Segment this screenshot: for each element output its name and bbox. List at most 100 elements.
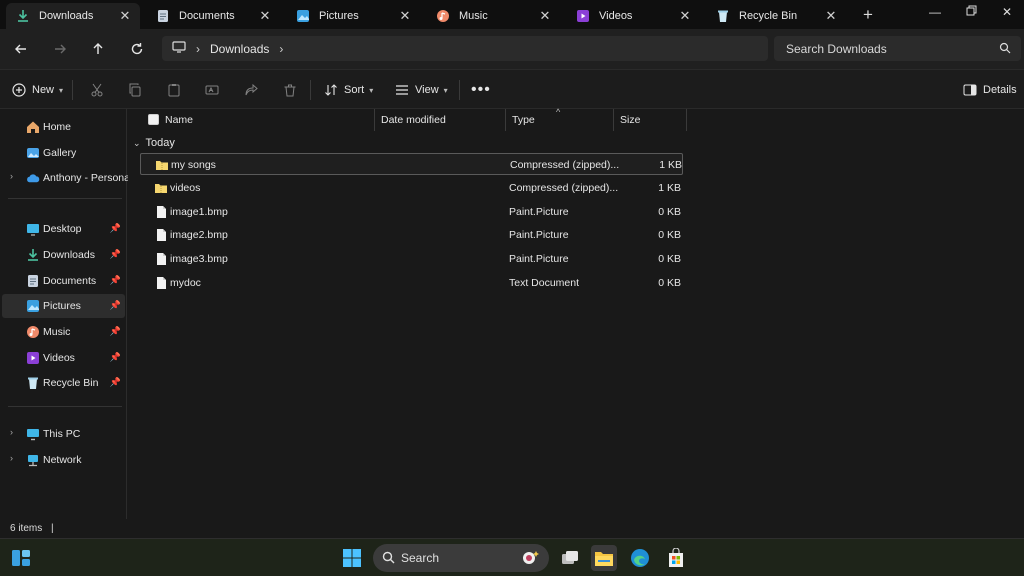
tab-videos[interactable]: Videos ✕ xyxy=(566,3,700,29)
new-tab-button[interactable]: + xyxy=(858,5,878,25)
up-button[interactable] xyxy=(87,38,109,60)
breadcrumb-downloads[interactable]: Downloads xyxy=(210,42,269,56)
delete-icon[interactable] xyxy=(281,81,299,99)
pin-icon[interactable]: 📌 xyxy=(110,352,121,363)
close-icon[interactable]: ✕ xyxy=(824,8,838,24)
file-name: videos xyxy=(170,182,201,194)
pin-icon[interactable]: 📌 xyxy=(110,249,121,260)
pin-icon[interactable]: 📌 xyxy=(110,377,121,388)
tab-recycle-bin[interactable]: Recycle Bin ✕ xyxy=(706,3,846,29)
sidebar-item-recycle-bin[interactable]: Recycle Bin 📌 xyxy=(2,371,125,395)
sidebar-item-pictures[interactable]: Pictures 📌 xyxy=(2,294,125,318)
close-icon[interactable]: ✕ xyxy=(678,8,692,24)
search-input[interactable]: Search Downloads xyxy=(774,36,1021,61)
tab-music[interactable]: Music ✕ xyxy=(426,3,560,29)
computer-icon xyxy=(172,41,186,56)
divider xyxy=(8,406,122,407)
sort-button[interactable]: Sort ▾ xyxy=(324,80,373,100)
widgets-icon[interactable] xyxy=(10,547,32,569)
details-button[interactable]: Details xyxy=(963,80,1017,100)
close-icon[interactable]: ✕ xyxy=(538,8,552,24)
tab-documents[interactable]: Documents ✕ xyxy=(146,3,280,29)
column-header-date-modified[interactable]: Date modified xyxy=(375,109,506,131)
sidebar-item-home[interactable]: Home xyxy=(2,115,125,139)
sidebar-item-downloads[interactable]: Downloads 📌 xyxy=(2,243,125,267)
chevron-right-icon[interactable]: › xyxy=(10,427,13,437)
chevron-right-icon[interactable]: › xyxy=(10,453,13,463)
tab-downloads[interactable]: Downloads ✕ xyxy=(6,3,140,29)
sidebar-item-documents[interactable]: Documents 📌 xyxy=(2,269,125,293)
table-row[interactable]: image2.bmp Paint.Picture 0 KB xyxy=(140,224,683,246)
more-options-icon[interactable]: ••• xyxy=(471,80,491,100)
table-row[interactable]: image3.bmp Paint.Picture 0 KB xyxy=(140,248,683,270)
close-icon[interactable]: ✕ xyxy=(258,8,272,24)
new-button[interactable]: New ▾ xyxy=(12,80,63,100)
chevron-right-icon[interactable]: › xyxy=(279,42,283,56)
refresh-button[interactable] xyxy=(126,38,148,60)
column-header-size[interactable]: Size xyxy=(614,109,687,131)
sidebar-item-network[interactable]: › Network xyxy=(2,448,125,472)
select-all-checkbox[interactable] xyxy=(148,114,159,125)
sort-indicator-icon: ^ xyxy=(556,107,561,117)
close-window-button[interactable]: ✕ xyxy=(994,2,1020,22)
start-button[interactable] xyxy=(339,545,365,571)
rename-icon[interactable] xyxy=(203,81,221,99)
table-row[interactable]: mydoc Text Document 0 KB xyxy=(140,272,683,294)
gallery-icon xyxy=(26,146,40,160)
file-name: my songs xyxy=(171,159,216,171)
file-type: Compressed (zipped)... xyxy=(510,159,620,171)
file-explorer-icon[interactable] xyxy=(591,545,617,571)
column-header-name[interactable]: Name xyxy=(128,109,375,131)
music-icon xyxy=(436,9,450,23)
view-icon xyxy=(395,84,409,96)
cut-icon[interactable] xyxy=(88,81,106,99)
sidebar-item-onedrive[interactable]: › Anthony - Personal xyxy=(2,166,132,190)
chevron-right-icon[interactable]: › xyxy=(196,42,200,56)
sidebar-item-label: Desktop xyxy=(43,223,82,235)
sidebar-item-gallery[interactable]: Gallery xyxy=(2,141,125,165)
sidebar-item-videos[interactable]: Videos 📌 xyxy=(2,346,125,370)
table-row[interactable]: my songs Compressed (zipped)... 1 KB xyxy=(140,153,683,175)
pin-icon[interactable]: 📌 xyxy=(110,300,121,311)
sidebar-item-this-pc[interactable]: › This PC xyxy=(2,422,125,446)
sidebar-item-label: Videos xyxy=(43,352,75,364)
close-icon[interactable]: ✕ xyxy=(398,8,412,24)
group-label: Today xyxy=(145,137,175,149)
back-button[interactable] xyxy=(10,38,32,60)
minimize-button[interactable]: — xyxy=(922,2,948,22)
navigation-pane: Home Gallery › Anthony - Personal Deskto… xyxy=(0,109,132,519)
taskbar-search[interactable]: Search xyxy=(373,544,549,572)
sidebar-item-desktop[interactable]: Desktop 📌 xyxy=(2,217,125,241)
copy-icon[interactable] xyxy=(126,81,144,99)
file-type: Text Document xyxy=(509,277,580,289)
pin-icon[interactable]: 📌 xyxy=(110,326,121,337)
edge-browser-icon[interactable] xyxy=(627,545,653,571)
document-icon xyxy=(156,9,170,23)
microsoft-store-icon[interactable] xyxy=(663,545,689,571)
paste-icon[interactable] xyxy=(165,81,183,99)
table-row[interactable]: videos Compressed (zipped)... 1 KB xyxy=(140,177,683,199)
table-row[interactable]: image1.bmp Paint.Picture 0 KB xyxy=(140,201,683,223)
pin-icon[interactable]: 📌 xyxy=(110,275,121,286)
chevron-down-icon[interactable]: ⌄ xyxy=(133,138,141,149)
pin-icon[interactable]: 📌 xyxy=(110,223,121,234)
chevron-right-icon[interactable]: › xyxy=(10,171,13,181)
zip-folder-icon xyxy=(155,158,169,172)
view-button[interactable]: View ▾ xyxy=(395,80,448,100)
address-bar[interactable]: › Downloads › xyxy=(162,36,768,61)
group-header-today[interactable]: ⌄ Today xyxy=(133,137,175,149)
chevron-down-icon: ▾ xyxy=(369,85,374,95)
forward-button[interactable] xyxy=(49,38,71,60)
file-icon xyxy=(154,228,168,242)
restore-button[interactable] xyxy=(958,2,984,22)
share-icon[interactable] xyxy=(242,81,260,99)
status-bar: 6 items | xyxy=(0,519,1024,538)
close-icon[interactable]: ✕ xyxy=(118,8,132,24)
sidebar-item-music[interactable]: Music 📌 xyxy=(2,320,125,344)
sort-icon xyxy=(324,83,338,97)
task-view-icon[interactable] xyxy=(557,545,583,571)
search-highlight-icon xyxy=(521,548,543,571)
taskbar-search-label: Search xyxy=(401,551,440,565)
tab-pictures[interactable]: Pictures ✕ xyxy=(286,3,420,29)
file-type: Paint.Picture xyxy=(509,253,569,265)
